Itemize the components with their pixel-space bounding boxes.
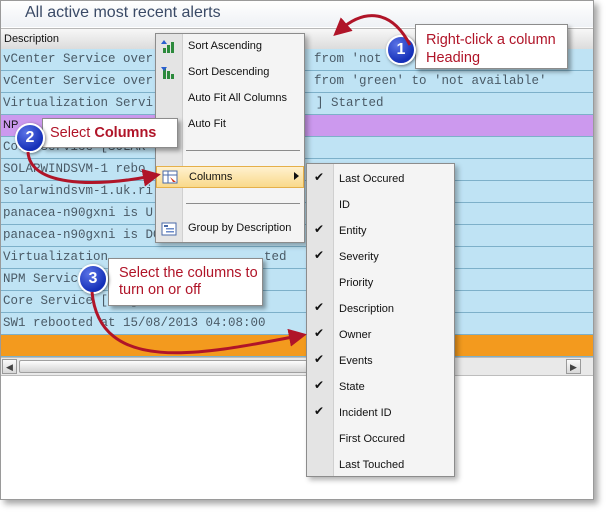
arrow-1 [333, 14, 412, 46]
arrow-2 [26, 151, 161, 187]
arrow-3 [90, 291, 307, 355]
annotation-arrows [26, 14, 412, 355]
